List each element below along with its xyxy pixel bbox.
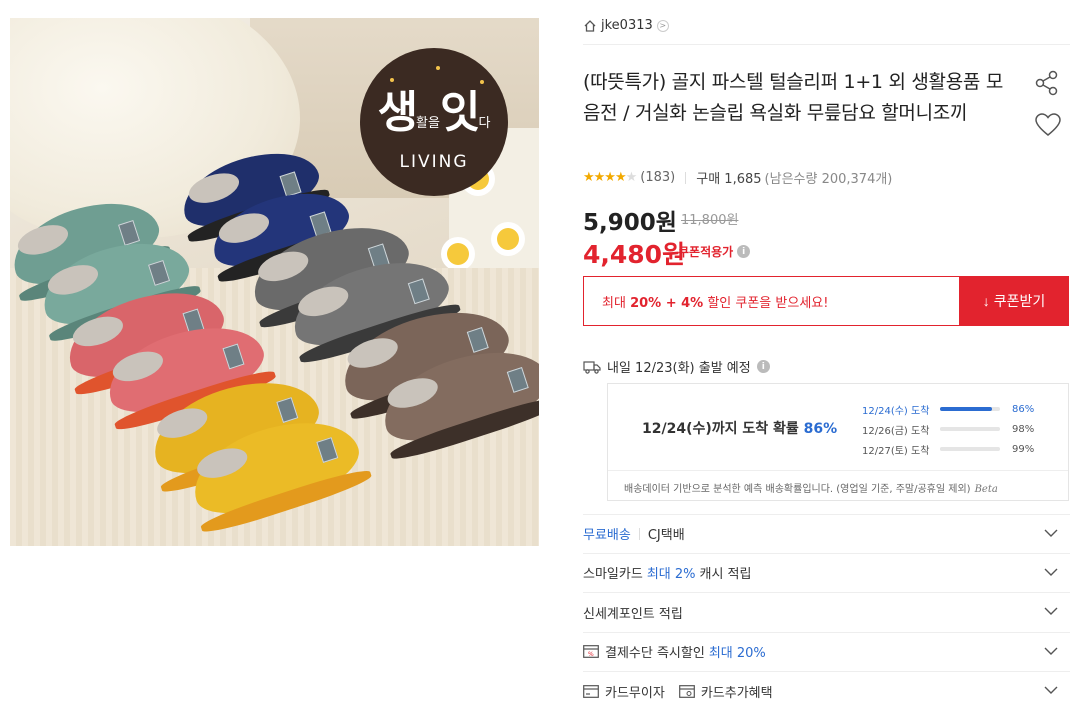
coupon-rate: 20% + 4% xyxy=(630,296,704,311)
shipping-company: CJ택배 xyxy=(647,528,685,544)
beta-label: Beta xyxy=(974,484,998,495)
probability-pct: 99% xyxy=(1012,443,1035,455)
truck-icon xyxy=(583,360,601,374)
card-plus-icon xyxy=(678,684,695,698)
heart-icon[interactable] xyxy=(1034,112,1062,138)
shipping-row[interactable]: 무료배송 CJ택배 xyxy=(583,514,1070,554)
probability-note-text: 배송데이터 기반으로 분석한 예측 배송확률입니다. (영업일 기준, 주말/공… xyxy=(624,484,971,495)
rating-stars[interactable]: ★★★★★ xyxy=(583,170,637,185)
seller-link[interactable]: jke0313 > xyxy=(583,18,669,33)
card-icon xyxy=(583,684,599,698)
image-flower xyxy=(447,243,469,265)
product-image[interactable]: 생활을잇다 LIVING xyxy=(10,18,539,546)
product-page: 생활을잇다 LIVING jke0313 > (따뜻특가) 골지 파스텔 털슬리… xyxy=(0,0,1080,708)
probability-row: 12/27(토) 도착 99% xyxy=(862,439,1052,459)
chevron-right-icon: > xyxy=(656,19,669,32)
ssg-point-row[interactable]: 신세계포인트 적립 xyxy=(583,593,1070,633)
probability-bar-fill xyxy=(940,407,992,411)
original-price: 11,800원 xyxy=(681,213,739,228)
chevron-down-icon xyxy=(1044,607,1058,615)
get-coupon-label: 쿠폰받기 xyxy=(993,293,1046,309)
smilecard-row[interactable]: 스마일카드 최대 2% 캐시 적립 xyxy=(583,554,1070,593)
probability-bar xyxy=(940,407,1000,411)
benefits-list: 무료배송 CJ택배 스마일카드 최대 2% 캐시 적립 신세계포인트 적립 % … xyxy=(583,514,1070,708)
share-icon[interactable] xyxy=(1034,70,1060,96)
coupon-price: 4,480원 xyxy=(583,240,686,269)
instant-discount-pre: 결제수단 즉시할인 xyxy=(605,646,705,662)
probability-date: 12/26(금) 도착 xyxy=(862,425,930,437)
smilecard-highlight: 최대 2% xyxy=(646,567,696,583)
probability-summary: 12/24(수)까지 도착 확률 86% xyxy=(642,418,837,438)
instant-discount-row[interactable]: % 결제수단 즉시할인 최대 20% xyxy=(583,633,1070,672)
seller-name: jke0313 xyxy=(601,18,653,33)
chevron-down-icon xyxy=(1044,529,1058,537)
product-title: (따뜻특가) 골지 파스텔 털슬리퍼 1+1 외 생활용품 모음전 / 거실화 … xyxy=(583,71,1004,124)
svg-text:%: % xyxy=(588,651,594,658)
card-extra-label: 카드추가혜택 xyxy=(700,685,773,701)
probability-list: 12/24(수) 도착 86% 12/26(금) 도착 98% 12/27(토)… xyxy=(862,399,1052,459)
rating-row: ★★★★★ (183) 구매 1,685 (남은수량 200,374개) xyxy=(583,168,892,187)
logo-char: 생 xyxy=(377,87,419,138)
sale-price: 5,900원 xyxy=(583,210,677,236)
get-coupon-button[interactable]: ↓ 쿠폰받기 xyxy=(959,276,1069,326)
delivery-info: 내일 12/23(화) 출발 예정 i xyxy=(583,357,770,376)
delivery-text: 내일 12/23(화) 출발 예정 xyxy=(607,361,751,376)
logo-char-small: 다 xyxy=(478,116,491,131)
probability-bar xyxy=(940,427,1000,431)
coupon-banner: 최대 20% + 4% 할인 쿠폰을 받으세요! xyxy=(583,276,960,326)
probability-bar xyxy=(940,447,1000,451)
card-benefits-row[interactable]: 카드무이자 카드추가혜택 xyxy=(583,672,1070,708)
logo-char-small: 활을 xyxy=(416,116,440,131)
logo-living: LIVING xyxy=(399,152,469,172)
probability-summary-text: 12/24(수)까지 도착 확률 xyxy=(642,421,804,437)
divider xyxy=(685,171,687,184)
remaining-stock: (남은수량 200,374개) xyxy=(764,172,893,187)
probability-summary-pct: 86% xyxy=(803,421,838,437)
logo-char: 잇 xyxy=(439,87,481,138)
probability-pct: 86% xyxy=(1012,403,1035,415)
smilecard-post: 캐시 적립 xyxy=(699,567,752,583)
probability-bar-fill xyxy=(940,427,999,431)
chevron-down-icon xyxy=(1044,686,1058,694)
probability-bar-fill xyxy=(940,447,1000,451)
card-interest-label: 카드무이자 xyxy=(605,685,665,701)
image-flower xyxy=(497,228,519,250)
purchase-count: 구매 1,685 xyxy=(696,172,762,187)
chevron-down-icon xyxy=(1044,647,1058,655)
divider xyxy=(583,44,1070,45)
instant-discount-highlight: 최대 20% xyxy=(708,646,766,662)
probability-date: 12/27(토) 도착 xyxy=(862,445,930,457)
probability-date: 12/24(수) 도착 xyxy=(862,405,930,417)
delivery-probability-box: 12/24(수)까지 도착 확률 86% 12/24(수) 도착 86% 12/… xyxy=(607,383,1069,501)
discount-card-icon: % xyxy=(583,645,599,658)
divider xyxy=(608,470,1068,471)
free-shipping-label: 무료배송 xyxy=(583,528,631,544)
review-count[interactable]: (183) xyxy=(640,170,675,185)
probability-pct: 98% xyxy=(1012,423,1035,435)
download-icon: ↓ xyxy=(982,293,990,309)
coupon-text-post: 할인 쿠폰을 받으세요! xyxy=(703,296,829,311)
probability-row: 12/24(수) 도착 86% xyxy=(862,399,1052,419)
brand-logo: 생활을잇다 LIVING xyxy=(360,48,508,196)
smilecard-pre: 스마일카드 xyxy=(583,567,643,583)
ssg-point-label: 신세계포인트 적립 xyxy=(583,606,683,622)
divider xyxy=(638,527,640,540)
probability-row: 12/26(금) 도착 98% xyxy=(862,419,1052,439)
info-icon[interactable]: i xyxy=(756,360,770,373)
home-icon xyxy=(584,19,596,32)
coupon-price-text: 쿠폰적용가 xyxy=(678,245,734,259)
info-icon[interactable]: i xyxy=(737,245,751,258)
coupon-price-label: 쿠폰적용가 i xyxy=(678,243,751,260)
chevron-down-icon xyxy=(1044,568,1058,576)
probability-note: 배송데이터 기반으로 분석한 예측 배송확률입니다. (영업일 기준, 주말/공… xyxy=(624,480,998,495)
coupon-text-pre: 최대 xyxy=(602,296,631,311)
